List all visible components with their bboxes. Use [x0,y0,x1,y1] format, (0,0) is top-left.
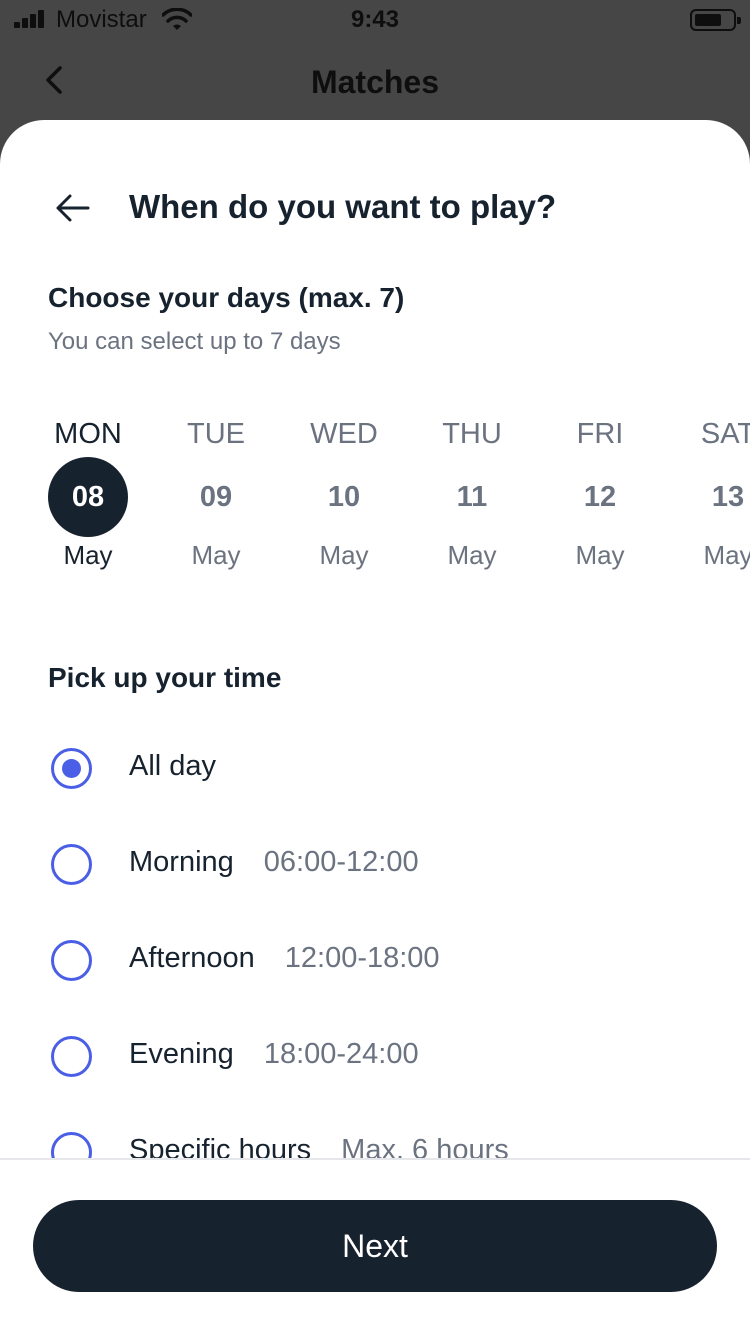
next-button[interactable]: Next [33,1200,717,1292]
back-arrow-icon[interactable] [54,192,90,224]
time-option-evening[interactable]: Evening 18:00-24:00 [0,1008,750,1104]
day-number: 12 [583,481,617,513]
bottom-sheet: When do you want to play? Choose your da… [0,120,750,1334]
time-option-label: All day [129,750,217,782]
radio-icon[interactable] [51,1036,92,1077]
day-item[interactable]: SAT 13 May [678,410,750,580]
time-options-list: All day Morning 06:00-12:00 Afternoon 12:0… [0,720,750,1158]
time-option-range: 06:00-12:00 [263,846,419,878]
radio-icon[interactable] [51,844,92,885]
day-item[interactable]: WED 10 May [294,410,394,580]
days-subtitle: You can select up to 7 days [48,328,341,355]
day-item[interactable]: THU 11 May [422,410,522,580]
time-option-label: Specific hours [129,1134,312,1158]
day-of-week: SAT [700,418,750,450]
time-option-all-day[interactable]: All day [0,720,750,816]
time-option-morning[interactable]: Morning 06:00-12:00 [0,816,750,912]
day-number: 13 [711,481,745,513]
time-option-afternoon[interactable]: Afternoon 12:00-18:00 [0,912,750,1008]
time-option-range: 12:00-18:00 [284,942,440,974]
day-of-week: WED [310,418,378,450]
day-number: 09 [199,481,233,513]
day-number: 08 [71,481,105,513]
day-number: 11 [456,481,488,513]
day-of-week: FRI [576,418,624,450]
status-bar: Movistar 9:43 [0,0,750,40]
nav-bar: Matches [0,40,750,120]
day-picker: MON 08 May TUE 09 May WED 10 May THU 11 … [0,410,750,580]
radio-icon[interactable] [51,940,92,981]
radio-icon[interactable] [51,1132,92,1158]
page-title: Matches [310,64,440,100]
time-option-range: Max. 6 hours [341,1134,509,1158]
day-month: May [703,540,750,570]
day-of-week: THU [442,418,502,450]
day-number: 10 [327,481,361,513]
day-month: May [575,540,625,570]
time-option-range: 18:00-24:00 [263,1038,419,1070]
time-option-label: Morning [129,846,234,878]
status-time: 9:43 [350,6,400,33]
day-month: May [319,540,369,570]
days-heading: Choose your days (max. 7) [48,282,405,313]
sheet-title: When do you want to play? [129,188,557,225]
day-of-week: TUE [187,418,245,450]
day-item[interactable]: TUE 09 May [166,410,266,580]
time-option-label: Evening [129,1038,234,1070]
radio-selected-icon[interactable] [51,748,92,789]
time-option-specific-hours[interactable]: Specific hours Max. 6 hours [0,1104,750,1158]
day-month: May [447,540,497,570]
day-item[interactable]: MON 08 May [38,410,138,580]
day-month: May [191,540,241,570]
battery-icon [690,9,741,31]
day-month: May [63,540,113,570]
day-item[interactable]: FRI 12 May [550,410,650,580]
time-option-label: Afternoon [129,942,255,974]
day-of-week: MON [54,418,122,450]
time-heading: Pick up your time [48,662,282,693]
divider [0,1158,750,1160]
